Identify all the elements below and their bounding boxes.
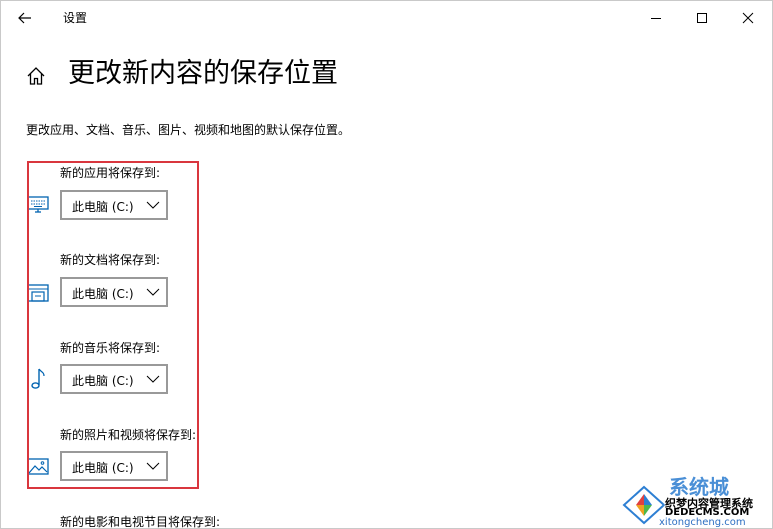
app-title: 设置 [63, 11, 88, 25]
watermark-brand: 系统城 [669, 475, 729, 499]
document-drive-icon [26, 281, 50, 305]
page-description: 更改应用、文档、音乐、图片、视频和地图的默认保存位置。 [26, 123, 351, 137]
watermark-line3: xitongcheng.com [659, 517, 746, 528]
page-title: 更改新内容的保存位置 [68, 58, 338, 89]
music-location-dropdown[interactable]: 此电脑 (C:) [60, 364, 168, 394]
watermark: 系统城 织梦内容管理系统 DEDECMS.COM xitongcheng.com [619, 471, 772, 528]
photos-videos-location-value: 此电脑 (C:) [72, 461, 134, 475]
settings-window: 设置 更改新内容的保存位置 更改应用、文档、音乐、图片、视频和地图的默认保存位置… [0, 0, 773, 529]
back-arrow-icon [18, 12, 31, 24]
photos-videos-location-dropdown[interactable]: 此电脑 (C:) [60, 451, 168, 481]
chevron-down-icon [146, 375, 160, 383]
documents-location-value: 此电脑 (C:) [72, 287, 134, 301]
apps-location-value: 此电脑 (C:) [72, 200, 134, 214]
picture-icon [26, 455, 50, 479]
home-button[interactable] [25, 65, 47, 87]
watermark-line1: 织梦内容管理系统 [665, 497, 753, 510]
music-note-icon [26, 367, 50, 391]
apps-location-dropdown[interactable]: 此电脑 (C:) [60, 190, 168, 220]
watermark-line2: DEDECMS.COM [665, 507, 750, 518]
maximize-button[interactable] [679, 1, 725, 35]
music-location-value: 此电脑 (C:) [72, 374, 134, 388]
title-bar: 设置 [1, 1, 772, 35]
monitor-icon [26, 193, 50, 217]
apps-save-label: 新的应用将保存到: [60, 166, 161, 180]
watermark-logo-icon [622, 485, 666, 525]
minimize-icon [651, 18, 661, 19]
music-save-label: 新的音乐将保存到: [60, 341, 161, 355]
chevron-down-icon [146, 288, 160, 296]
back-button[interactable] [11, 5, 39, 31]
chevron-down-icon [146, 201, 160, 209]
close-button[interactable] [725, 1, 771, 35]
maximize-icon [697, 13, 707, 23]
photos-videos-save-label: 新的照片和视频将保存到: [60, 428, 197, 442]
home-icon [27, 67, 45, 85]
minimize-button[interactable] [633, 1, 679, 35]
close-icon [742, 12, 754, 24]
chevron-down-icon [146, 462, 160, 470]
documents-location-dropdown[interactable]: 此电脑 (C:) [60, 277, 168, 307]
movies-tv-save-label: 新的电影和电视节目将保存到: [60, 515, 221, 529]
documents-save-label: 新的文档将保存到: [60, 253, 161, 267]
